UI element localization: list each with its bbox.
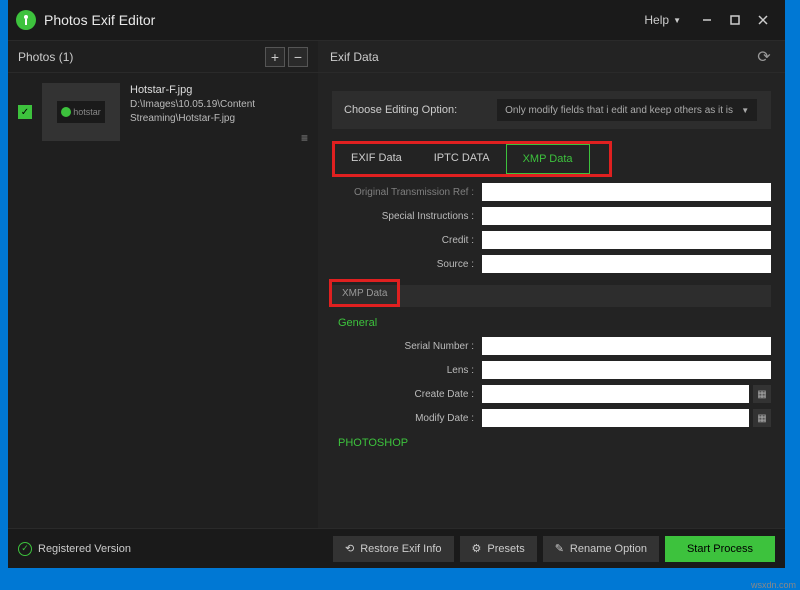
section-xmp-data: XMP Data (332, 285, 771, 307)
tab-exif-data[interactable]: EXIF Data (335, 144, 418, 174)
photos-panel: Photos (1) + − ✓ hotstar Hotstar-F.jpg D… (8, 41, 318, 528)
modify-date-input[interactable] (482, 409, 749, 427)
section-general: General (338, 317, 771, 329)
field-row: Create Date : ▦ (332, 385, 771, 403)
calendar-icon[interactable]: ▦ (753, 385, 771, 403)
app-window: Photos Exif Editor Help▼ Photos (1) + − … (8, 0, 785, 568)
footer: ✓ Registered Version ⟲Restore Exif Info … (8, 528, 785, 568)
data-tabs: EXIF Data IPTC DATA XMP Data (332, 141, 612, 177)
photo-meta: Hotstar-F.jpg D:\Images\10.05.19\Content… (130, 83, 308, 141)
special-label: Special Instructions : (332, 211, 482, 222)
field-row: Credit : (332, 231, 771, 249)
xmp-data-highlight: XMP Data (329, 279, 400, 307)
restore-exif-button[interactable]: ⟲Restore Exif Info (333, 536, 454, 562)
serial-input[interactable] (482, 337, 771, 355)
editing-option-dropdown[interactable]: Only modify fields that i edit and keep … (497, 99, 757, 121)
minimize-button[interactable] (693, 6, 721, 34)
photos-header: Photos (1) + − (8, 41, 318, 73)
fields-scroll[interactable]: Original Transmission Ref : Special Inst… (318, 177, 785, 528)
field-row: Modify Date : ▦ (332, 409, 771, 427)
tab-iptc-data[interactable]: IPTC DATA (418, 144, 506, 174)
exif-panel: Exif Data ⟳ Choose Editing Option: Only … (318, 41, 785, 528)
pencil-icon: ✎ (555, 542, 564, 555)
special-input[interactable] (482, 207, 771, 225)
editing-option-bar: Choose Editing Option: Only modify field… (332, 91, 771, 129)
field-row: Original Transmission Ref : (332, 183, 771, 201)
app-title: Photos Exif Editor (44, 12, 644, 28)
check-circle-icon: ✓ (18, 542, 32, 556)
section-photoshop: PHOTOSHOP (338, 437, 771, 449)
photo-filename: Hotstar-F.jpg (130, 83, 308, 98)
rename-option-button[interactable]: ✎Rename Option (543, 536, 659, 562)
create-date-input[interactable] (482, 385, 749, 403)
refresh-icon[interactable]: ⟳ (755, 48, 773, 66)
create-date-label: Create Date : (332, 389, 482, 400)
maximize-button[interactable] (721, 6, 749, 34)
checkbox-icon[interactable]: ✓ (18, 105, 32, 119)
registered-status: ✓ Registered Version (18, 542, 327, 556)
photo-list-item[interactable]: ✓ hotstar Hotstar-F.jpg D:\Images\10.05.… (8, 73, 318, 151)
credit-input[interactable] (482, 231, 771, 249)
main-area: Photos (1) + − ✓ hotstar Hotstar-F.jpg D… (8, 40, 785, 528)
photos-title: Photos (1) (18, 50, 262, 64)
field-row: Serial Number : (332, 337, 771, 355)
watermark: wsxdn.com (751, 580, 796, 590)
item-menu-icon[interactable]: ≡ (301, 131, 308, 145)
orig-trans-label: Original Transmission Ref : (332, 187, 482, 198)
field-row: Source : (332, 255, 771, 273)
presets-button[interactable]: ⚙Presets (460, 536, 537, 562)
lens-input[interactable] (482, 361, 771, 379)
help-menu[interactable]: Help▼ (644, 13, 681, 27)
orig-trans-input[interactable] (482, 183, 771, 201)
exif-header: Exif Data ⟳ (318, 41, 785, 73)
titlebar: Photos Exif Editor Help▼ (8, 0, 785, 40)
lens-label: Lens : (332, 365, 482, 376)
editing-option-label: Choose Editing Option: (344, 104, 457, 116)
start-process-button[interactable]: Start Process (665, 536, 775, 562)
photo-thumbnail: hotstar (42, 83, 120, 141)
close-button[interactable] (749, 6, 777, 34)
source-label: Source : (332, 259, 482, 270)
source-input[interactable] (482, 255, 771, 273)
restore-icon: ⟲ (345, 542, 354, 555)
add-photo-button[interactable]: + (265, 47, 285, 67)
app-logo-icon (16, 10, 36, 30)
credit-label: Credit : (332, 235, 482, 246)
remove-photo-button[interactable]: − (288, 47, 308, 67)
field-row: Special Instructions : (332, 207, 771, 225)
tab-xmp-data[interactable]: XMP Data (506, 144, 590, 174)
serial-label: Serial Number : (332, 341, 482, 352)
photo-path-1: D:\Images\10.05.19\Content (130, 98, 308, 112)
exif-title: Exif Data (330, 50, 755, 64)
modify-date-label: Modify Date : (332, 413, 482, 424)
photo-path-2: Streaming\Hotstar-F.jpg (130, 112, 308, 126)
calendar-icon[interactable]: ▦ (753, 409, 771, 427)
field-row: Lens : (332, 361, 771, 379)
presets-icon: ⚙ (472, 542, 482, 555)
